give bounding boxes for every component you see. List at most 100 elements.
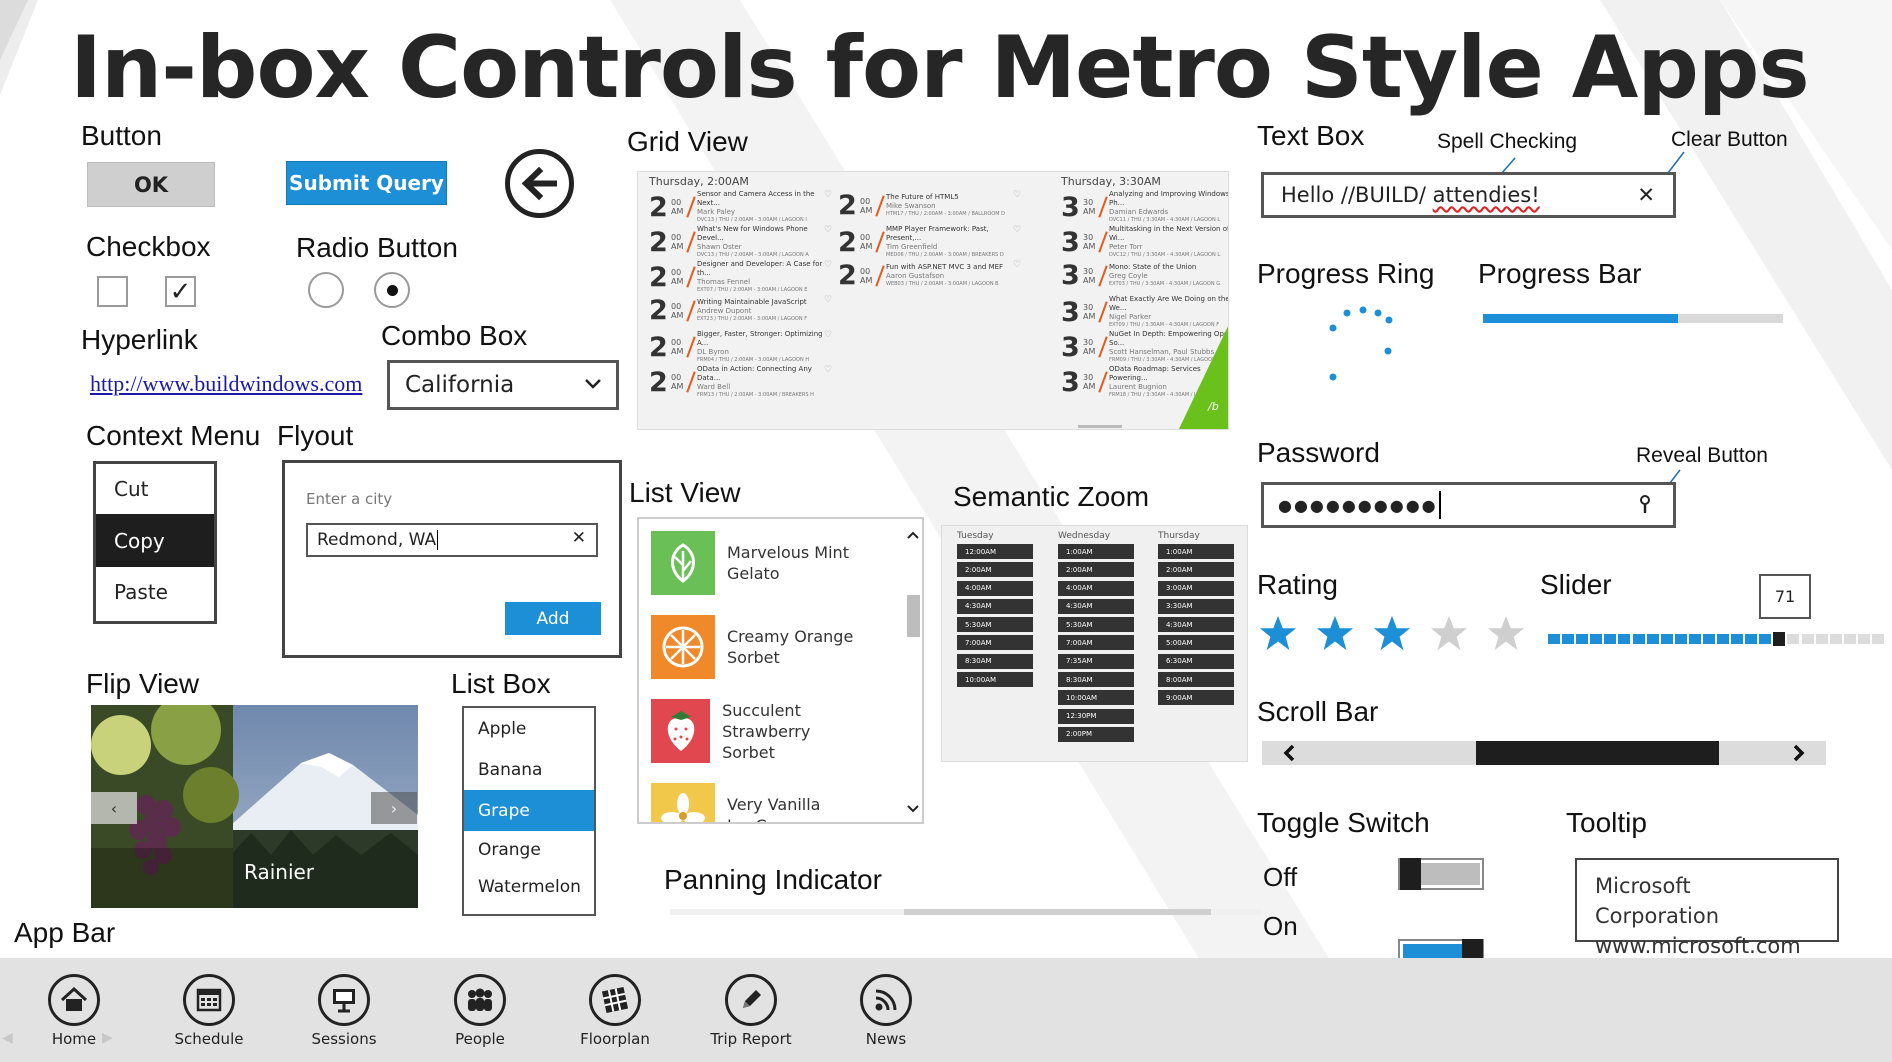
semantic-zoom-slot[interactable]: 5:30AM [1058,617,1134,633]
scroll-bar[interactable] [1262,741,1826,765]
list-box-item[interactable]: Watermelon [464,869,594,905]
checkbox-unchecked[interactable] [97,276,128,307]
list-box-item-selected[interactable]: Grape [464,790,594,831]
heart-icon[interactable]: ♡ [1013,225,1021,235]
semantic-zoom-slot[interactable]: 4:30AM [957,598,1033,614]
context-menu-item-copy[interactable]: Copy [96,514,214,567]
list-box-item[interactable]: Orange [464,831,594,869]
list-view-item[interactable]: Marvelous Mint Gelato [651,531,881,595]
star-empty-icon[interactable] [1487,614,1525,656]
clear-icon[interactable]: ✕ [572,528,586,548]
semantic-zoom-slot[interactable]: 2:00AM [957,562,1033,578]
semantic-zoom-slot[interactable]: 2:00PM [1058,726,1134,742]
grid-tile[interactable]: 2 00 AM OData in Action: Connecting Any Dat… [649,365,832,399]
text-box[interactable]: Hello //BUILD/ attendies! ✕ [1261,172,1676,218]
list-view-scroll-thumb[interactable] [907,595,920,637]
grid-tile[interactable]: 2 00 AM Bigger, Faster, Stronger: Optimizin… [649,330,832,364]
back-arrow-button[interactable] [505,149,574,218]
semantic-zoom-slot[interactable]: 12:00AM [957,544,1033,559]
list-view[interactable]: Marvelous Mint Gelato Creamy Orange Sorbet… [637,517,924,824]
semantic-zoom-slot[interactable]: 2:00AM [1158,562,1234,578]
star-empty-icon[interactable] [1430,614,1468,656]
heart-icon[interactable]: ♡ [824,190,832,200]
semantic-zoom-slot[interactable]: 8:30AM [1058,672,1134,688]
reveal-icon[interactable] [1639,495,1651,519]
password-box[interactable]: ●●●●●●●●●● [1261,482,1676,528]
semantic-zoom-slot[interactable]: 2:00AM [1058,562,1134,578]
radio-selected[interactable] [374,272,410,308]
semantic-zoom-slot[interactable]: 9:00AM [1158,690,1234,706]
slider-thumb[interactable] [1773,632,1786,646]
semantic-zoom-slot[interactable]: 4:30AM [1058,598,1134,614]
semantic-zoom-slot[interactable]: 6:30AM [1158,653,1234,669]
semantic-zoom-slot[interactable]: 5:00AM [1158,635,1234,651]
heart-icon[interactable]: ♡ [1013,260,1021,270]
appbar-news-button[interactable]: News [836,974,936,1048]
semantic-zoom-slot[interactable]: 12:30PM [1058,708,1134,724]
semantic-zoom-slot[interactable]: 7:00AM [1058,635,1134,651]
semantic-zoom-slot[interactable]: 4:00AM [1058,580,1134,596]
combo-box[interactable]: California [387,360,619,410]
appbar-floorplan-button[interactable]: Floorplan [565,974,665,1048]
semantic-zoom-slot[interactable]: 1:00AM [1158,544,1234,559]
star-filled-icon[interactable] [1259,614,1297,656]
appbar-people-button[interactable]: People [430,974,530,1048]
clear-icon[interactable]: ✕ [1637,183,1655,207]
list-view-item[interactable]: Succulent Strawberry Sorbet [651,699,881,763]
city-input[interactable]: Redmond, WA ✕ [306,523,598,557]
context-menu-item-paste[interactable]: Paste [96,567,214,617]
grid-tile[interactable]: 2 00 AM MMP Player Framework: Past, Present… [838,225,1021,259]
semantic-zoom-slot[interactable]: 5:30AM [957,617,1033,633]
semantic-zoom-slot[interactable]: 3:00AM [1158,580,1234,596]
toggle-switch-off[interactable] [1398,858,1484,890]
submit-query-button[interactable]: Submit Query [286,161,447,205]
chevron-up-icon[interactable] [904,527,922,543]
grid-tile[interactable]: 2 00 AM The Future of HTML5 Mike Swanson HTM1… [838,190,1021,221]
heart-icon[interactable]: ♡ [1013,190,1021,200]
semantic-zoom-slot[interactable]: 8:30AM [957,653,1033,669]
checkbox-checked[interactable]: ✓ [165,276,196,307]
semantic-zoom-slot[interactable]: 10:00AM [957,672,1033,688]
heart-icon[interactable]: ♡ [824,365,832,375]
heart-icon[interactable]: ♡ [824,260,832,270]
heart-icon[interactable]: ♡ [824,330,832,340]
semantic-zoom-slot[interactable]: 3:30AM [1158,598,1234,614]
flip-prev-button[interactable]: ‹ [91,792,137,824]
heart-icon[interactable]: ♡ [824,225,832,235]
grid-view[interactable]: Thursday, 2:00AM Thursday, 3:30AM 2 00 AM S… [637,171,1229,430]
grid-tile[interactable]: 3 30 AM Mono: State of the Union Greg Coyle E… [1061,260,1228,291]
list-box-item[interactable]: Apple [464,708,594,749]
context-menu-item-cut[interactable]: Cut [96,464,214,514]
ok-button[interactable]: OK [87,162,215,207]
slider[interactable] [1548,632,1886,646]
grid-tile[interactable]: 2 00 AM Fun with ASP.NET MVC 3 and MEF Aaron… [838,260,1021,291]
grid-tile[interactable]: 3 30 AM Multitasking in the Next Version of… [1061,225,1228,259]
hyperlink[interactable]: http://www.buildwindows.com [90,371,362,397]
list-box-item[interactable]: Banana [464,749,594,790]
list-view-item[interactable]: Very VanillaIce Cream [651,783,881,822]
list-view-scrollbar[interactable] [904,527,922,819]
semantic-zoom-slot[interactable]: 8:00AM [1158,672,1234,688]
flip-next-button[interactable]: › [371,792,417,824]
appbar-home-button[interactable]: Home [24,974,124,1048]
semantic-zoom-slot[interactable]: 4:00AM [957,580,1033,596]
chevron-down-icon[interactable] [904,801,922,817]
semantic-zoom-slot[interactable]: 4:30AM [1158,617,1234,633]
semantic-zoom-slot[interactable]: 10:00AM [1058,690,1134,706]
scroll-thumb[interactable] [1476,741,1719,765]
star-filled-icon[interactable] [1373,614,1411,656]
heart-icon[interactable]: ♡ [824,295,832,305]
grid-tile[interactable]: 3 30 AM Analyzing and Improving Windows Ph.… [1061,190,1228,224]
grid-tile[interactable]: 2 00 AM What's New for Windows Phone Devel.… [649,225,832,259]
appbar-trip-report-button[interactable]: Trip Report [701,974,801,1048]
semantic-zoom-slot[interactable]: 7:35AM [1058,653,1134,669]
scroll-right-icon[interactable] [1790,744,1806,762]
semantic-zoom-slot[interactable]: 1:00AM [1058,544,1134,559]
radio-unselected[interactable] [308,272,344,308]
scroll-left-icon[interactable] [1282,744,1298,762]
flip-view[interactable]: ‹ › Rainier [91,705,418,908]
star-filled-icon[interactable] [1316,614,1354,656]
rating[interactable] [1259,614,1525,656]
appbar-sessions-button[interactable]: Sessions [294,974,394,1048]
semantic-zoom-slot[interactable]: 7:00AM [957,635,1033,651]
